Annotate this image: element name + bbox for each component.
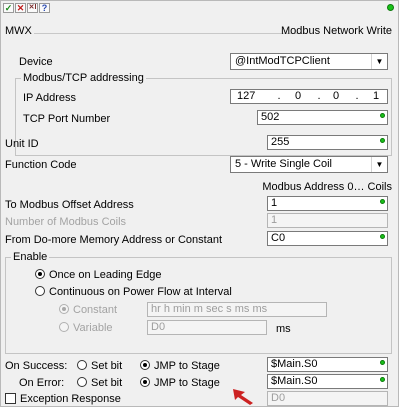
function-code-label: Function Code	[5, 159, 77, 171]
continuous-option[interactable]: Continuous on Power Flow at Interval	[35, 286, 232, 298]
ip-octet-2[interactable]: 0	[295, 90, 301, 103]
exception-response-value: D0	[271, 392, 286, 404]
exception-response-input: D0	[267, 391, 388, 406]
radio-icon[interactable]	[77, 377, 87, 387]
coil-count-input: 1	[267, 213, 388, 228]
continuous-option-label: Continuous on Power Flow at Interval	[49, 286, 232, 298]
error-set-bit-option[interactable]: Set bit	[77, 377, 122, 389]
instruction-title: Modbus Network Write	[280, 25, 392, 37]
radio-selected-icon[interactable]	[35, 269, 45, 279]
offset-address-value: 1	[271, 197, 278, 209]
valid-indicator-icon	[380, 138, 385, 143]
offset-address-label: To Modbus Offset Address	[5, 199, 134, 211]
help-icon[interactable]: ?	[39, 3, 50, 13]
checkmark-icon[interactable]: ✓	[3, 3, 14, 13]
variable-option-label: Variable	[73, 322, 113, 334]
valid-indicator-icon	[380, 234, 385, 239]
ip-address-field[interactable]: 127 . 0 . 0 . 1	[230, 89, 388, 104]
interval-constant-value: hr h min m sec s ms ms	[151, 303, 268, 315]
success-jmp-option[interactable]: JMP to Stage	[140, 360, 220, 372]
ip-octet-3[interactable]: 0	[333, 90, 339, 103]
error-jmp-option[interactable]: JMP to Stage	[140, 377, 220, 389]
on-error-label: On Error:	[19, 377, 65, 389]
tcp-port-value: 502	[261, 111, 280, 123]
constant-option-label: Constant	[73, 304, 118, 316]
source-address-value: C0	[271, 232, 286, 244]
checkbox-icon[interactable]	[5, 393, 16, 404]
x-icon[interactable]: ✕	[15, 3, 26, 13]
valid-indicator-icon	[380, 113, 385, 118]
ip-separator: .	[317, 90, 321, 102]
success-stage-value: $Main.S0	[271, 358, 318, 370]
function-code-value: 5 - Write Single Coil	[235, 158, 332, 170]
ip-separator: .	[277, 90, 281, 102]
radio-selected-icon[interactable]	[140, 377, 150, 387]
coil-count-label: Number of Modbus Coils	[5, 216, 127, 228]
radio-icon[interactable]	[35, 286, 45, 296]
enable-legend: Enable	[11, 251, 50, 263]
exception-response-label: Exception Response	[20, 393, 121, 405]
dialog-frame: ✓ ✕ ✕I ? MWX Modbus Network Write Device…	[0, 0, 399, 407]
radio-selected-icon[interactable]	[140, 360, 150, 370]
constant-option: Constant	[59, 304, 117, 316]
radio-icon[interactable]	[77, 360, 87, 370]
radio-selected-icon	[59, 304, 69, 314]
error-jmp-label: JMP to Stage	[154, 377, 220, 389]
exception-response-option[interactable]: Exception Response	[5, 393, 121, 405]
chevron-down-icon[interactable]: ▼	[371, 54, 387, 69]
header-divider	[34, 33, 306, 34]
annotation-arrow-icon	[233, 389, 253, 405]
success-stage-input[interactable]: $Main.S0	[267, 357, 388, 372]
error-stage-value: $Main.S0	[271, 375, 318, 387]
unit-id-value: 255	[271, 136, 290, 148]
chevron-down-icon[interactable]: ▼	[371, 157, 387, 172]
success-set-bit-option[interactable]: Set bit	[77, 360, 122, 372]
interval-constant-input: hr h min m sec s ms ms	[147, 302, 327, 317]
unit-id-label: Unit ID	[5, 138, 39, 150]
valid-indicator-icon	[380, 199, 385, 204]
ip-address-label: IP Address	[23, 92, 76, 104]
source-address-input[interactable]: C0	[267, 231, 388, 246]
function-code-select[interactable]: 5 - Write Single Coil ▼	[230, 156, 388, 173]
success-set-bit-label: Set bit	[91, 360, 123, 372]
unit-id-input[interactable]: 255	[267, 135, 388, 150]
coil-count-value: 1	[271, 214, 278, 226]
once-on-leading-edge-option[interactable]: Once on Leading Edge	[35, 269, 162, 281]
source-address-label: From Do-more Memory Address or Constant	[5, 234, 223, 246]
tcp-port-input[interactable]: 502	[257, 110, 388, 125]
offset-address-input[interactable]: 1	[267, 196, 388, 211]
on-success-label: On Success:	[5, 360, 68, 372]
valid-indicator-icon	[380, 360, 385, 365]
error-stage-input[interactable]: $Main.S0	[267, 374, 388, 389]
ip-octet-1[interactable]: 127	[237, 90, 255, 103]
interval-variable-input: D0	[147, 320, 267, 335]
interval-variable-value: D0	[151, 321, 166, 333]
radio-icon	[59, 322, 69, 332]
device-value: @IntModTCPClient	[235, 55, 330, 67]
ip-octet-4[interactable]: 1	[373, 90, 379, 103]
tcp-port-label: TCP Port Number	[23, 113, 111, 125]
once-option-label: Once on Leading Edge	[49, 269, 162, 281]
success-jmp-label: JMP to Stage	[154, 360, 220, 372]
valid-indicator-icon	[380, 377, 385, 382]
interval-unit-label: ms	[276, 323, 291, 335]
device-label: Device	[19, 56, 53, 68]
status-ok-icon	[387, 4, 394, 11]
instruction-name: MWX	[5, 25, 32, 37]
device-select[interactable]: @IntModTCPClient ▼	[230, 53, 388, 70]
x-icon[interactable]: ✕I	[27, 3, 38, 13]
modbus-address-info: Modbus Address 0… Coils	[262, 181, 392, 193]
variable-option: Variable	[59, 322, 113, 334]
ip-separator: .	[355, 90, 359, 102]
tcp-group-legend: Modbus/TCP addressing	[21, 72, 146, 84]
error-set-bit-label: Set bit	[91, 377, 123, 389]
